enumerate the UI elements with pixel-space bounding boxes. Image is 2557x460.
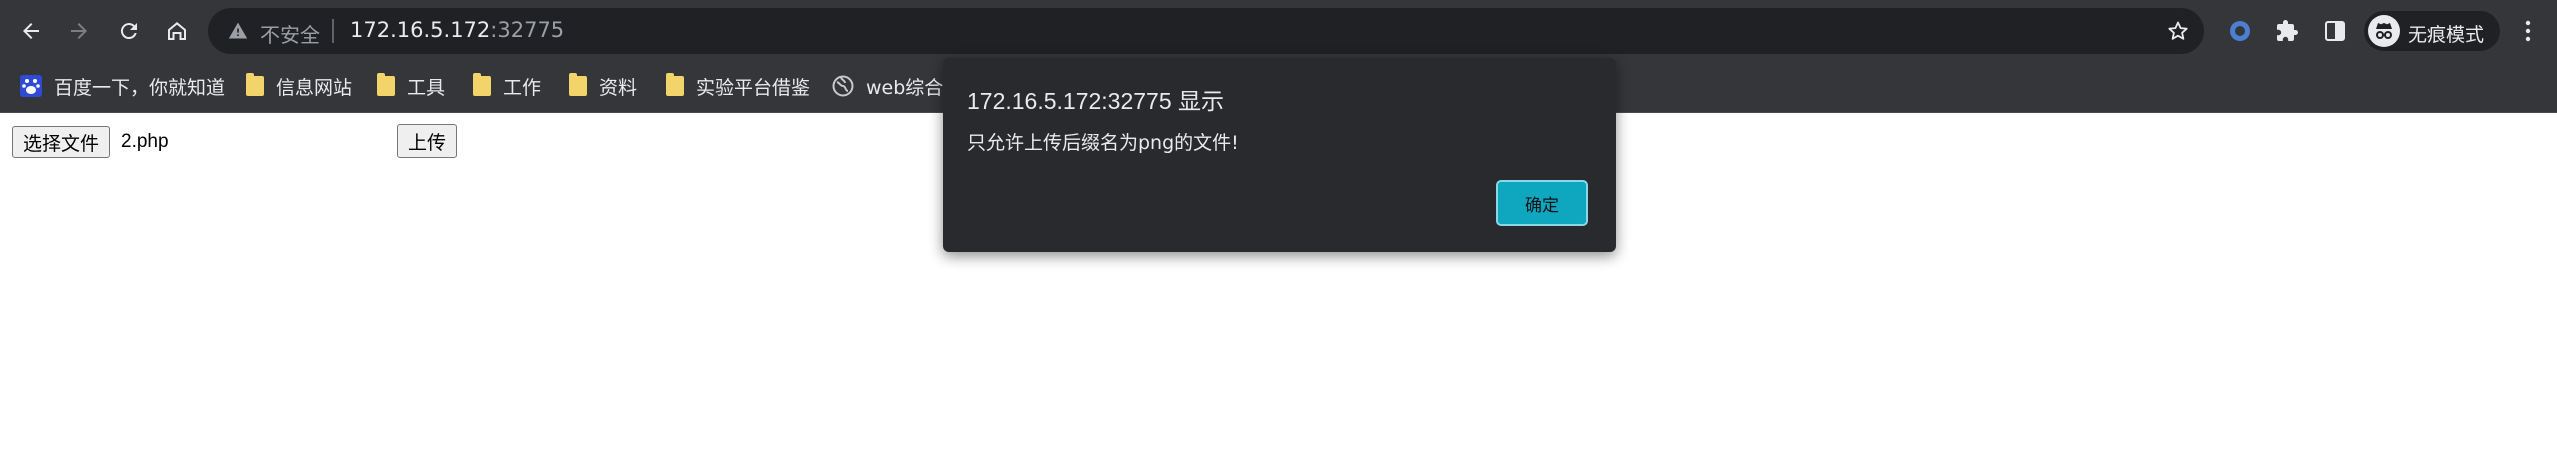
extension-ring-button[interactable] xyxy=(2221,12,2259,50)
back-button[interactable] xyxy=(12,12,50,50)
bookmark-label: 百度一下，你就知道 xyxy=(54,76,226,99)
forward-arrow-icon xyxy=(71,23,87,39)
incognito-icon xyxy=(2376,23,2392,39)
incognito-label: 无痕模式 xyxy=(2408,24,2485,46)
bookmark-folder-info-sites[interactable]: 信息网站 xyxy=(246,70,352,102)
back-arrow-icon xyxy=(23,23,39,39)
url-port: :32775 xyxy=(490,18,565,42)
url-host: 172.16.5.172 xyxy=(350,18,491,42)
browser-toolbar: 不安全 172.16.5.172:32775 无痕模式 xyxy=(0,0,2557,60)
bookmark-folder-tools[interactable]: 工具 xyxy=(377,70,445,102)
bookmark-label: 工作 xyxy=(503,76,542,99)
home-icon xyxy=(168,22,186,40)
bookmark-label: 资料 xyxy=(599,76,638,99)
dialog-title: 172.16.5.172:32775 显示 xyxy=(967,88,1225,114)
url-text[interactable]: 172.16.5.172:32775 xyxy=(350,18,564,42)
bookmark-folder-materials[interactable]: 资料 xyxy=(569,70,637,102)
bookmark-label: 信息网站 xyxy=(276,76,353,99)
side-panel-icon xyxy=(2325,21,2345,41)
folder-icon xyxy=(246,73,264,96)
bookmark-baidu[interactable]: 百度一下，你就知道 xyxy=(20,70,225,102)
bookmark-folder-work[interactable]: 工作 xyxy=(473,70,541,102)
folder-icon xyxy=(377,73,395,96)
choose-file-button[interactable]: 选择文件 xyxy=(12,126,111,158)
reload-button[interactable] xyxy=(110,12,148,50)
security-label[interactable]: 不安全 xyxy=(260,19,320,48)
home-button[interactable] xyxy=(158,12,196,50)
folder-icon xyxy=(666,73,684,96)
upload-button[interactable]: 上传 xyxy=(397,124,458,158)
forward-button[interactable] xyxy=(60,12,98,50)
baidu-paw-icon xyxy=(20,75,42,97)
address-bar[interactable]: 不安全 172.16.5.172:32775 xyxy=(208,8,2204,54)
dialog-message: 只允许上传后缀名为png的文件! xyxy=(967,132,1239,154)
globe-icon xyxy=(832,75,854,97)
bookmark-label: 工具 xyxy=(407,76,446,99)
dialog-ok-button[interactable]: 确定 xyxy=(1496,180,1588,226)
incognito-avatar xyxy=(2368,15,2400,47)
incognito-profile-button[interactable]: 无痕模式 xyxy=(2364,11,2500,51)
extensions-button[interactable] xyxy=(2268,12,2306,50)
puzzle-piece-icon xyxy=(2277,20,2298,41)
bookmark-star-icon[interactable] xyxy=(2166,19,2190,43)
reload-icon xyxy=(120,23,137,40)
extension-ring-icon xyxy=(2230,21,2250,41)
folder-icon xyxy=(473,73,491,96)
more-vertical-icon xyxy=(2525,20,2531,42)
selected-file-name: 2.php xyxy=(121,131,169,152)
folder-icon xyxy=(569,73,587,96)
browser-menu-button[interactable] xyxy=(2516,12,2540,50)
alert-dialog: 172.16.5.172:32775 显示 只允许上传后缀名为png的文件! 确… xyxy=(943,58,1616,252)
side-panel-button[interactable] xyxy=(2316,12,2354,50)
omnibox-divider xyxy=(332,19,334,43)
warning-triangle-icon xyxy=(228,22,248,39)
bookmark-folder-lab-platform[interactable]: 实验平台借鉴 xyxy=(666,70,810,102)
bookmark-label: 实验平台借鉴 xyxy=(696,76,811,99)
bookmark-label: web综合 xyxy=(866,76,944,99)
bookmark-web-general[interactable]: web综合 xyxy=(832,70,943,102)
